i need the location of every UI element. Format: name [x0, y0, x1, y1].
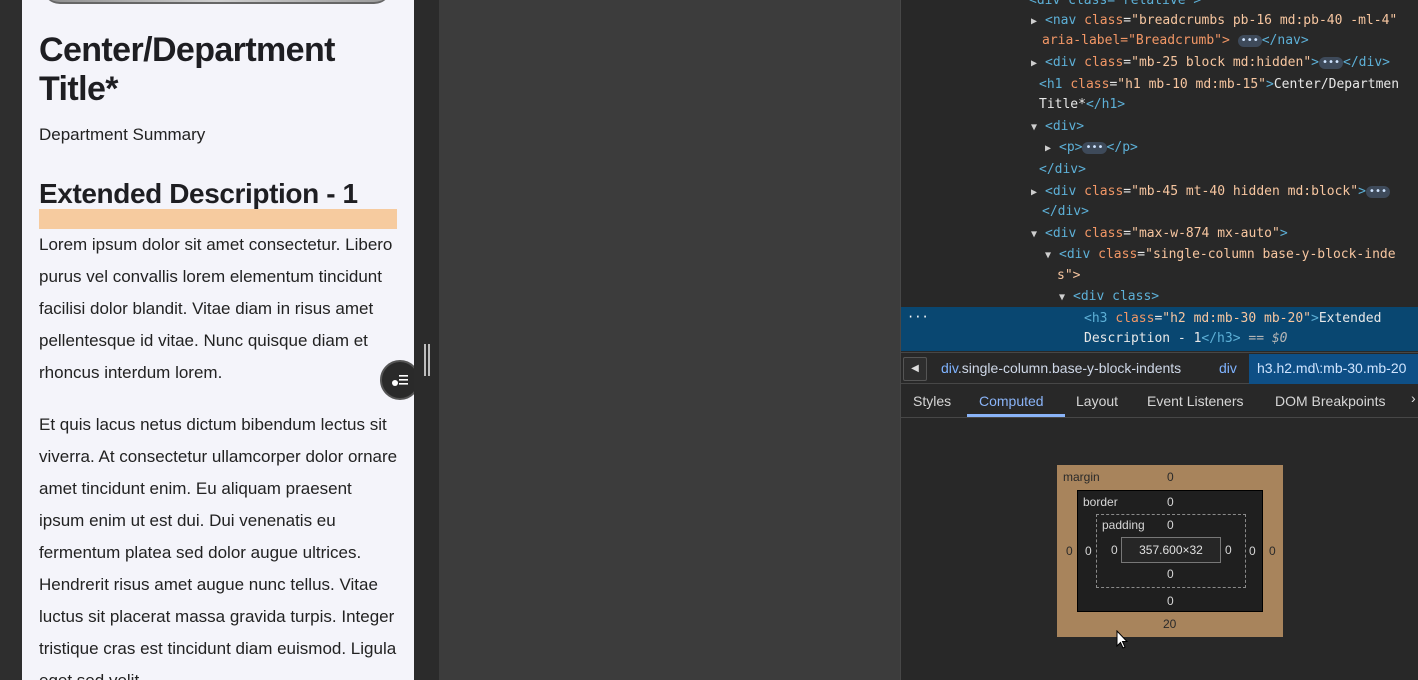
tree-line-div-close-2: </div> — [1042, 204, 1089, 219]
paragraph-2: Et quis lacus netus dictum bibendum lect… — [39, 415, 398, 680]
empty-viewport-area — [439, 0, 901, 680]
collapse-arrow-icon[interactable]: ▼ — [1045, 245, 1059, 266]
tab-computed[interactable]: Computed — [979, 393, 1044, 409]
tree-line-single-column-cont: s"> — [1057, 268, 1081, 283]
border-top-value[interactable]: 0 — [1167, 495, 1174, 509]
section-heading: Extended Description - 1 — [39, 178, 358, 209]
tree-line-single-column[interactable]: ▼ <div class="single-column base-y-block-… — [1045, 244, 1396, 265]
tree-line-div-close: </div> — [1039, 162, 1086, 177]
resize-drag-handle[interactable] — [424, 344, 430, 376]
expand-arrow-icon[interactable]: ▶ — [1031, 11, 1045, 32]
inspected-heading-highlight: Extended Description - 1 — [39, 177, 397, 229]
padding-top-value[interactable]: 0 — [1167, 518, 1174, 532]
collapsed-ellipsis-icon[interactable]: ••• — [1237, 34, 1262, 47]
margin-right-value[interactable]: 0 — [1269, 544, 1276, 558]
tree-line-div-class[interactable]: ▼ <div class> — [1059, 286, 1159, 307]
highlight-content-box: Extended Description - 1 — [39, 177, 397, 209]
margin-top-value[interactable]: 0 — [1167, 470, 1174, 484]
department-summary: Department Summary — [39, 125, 206, 144]
border-left-value[interactable]: 0 — [1085, 544, 1092, 558]
border-bottom-value[interactable]: 0 — [1167, 594, 1174, 608]
tree-line-h1[interactable]: <h1 class="h1 mb-10 md:mb-15">Center/Dep… — [1039, 74, 1399, 95]
collapse-arrow-icon[interactable]: ▼ — [1031, 224, 1045, 245]
tree-line-maxw[interactable]: ▼ <div class="max-w-874 mx-auto"> — [1031, 223, 1288, 244]
padding-label: padding — [1102, 518, 1145, 532]
box-model-border: border 0 0 0 0 padding 0 0 0 0 357.600×3… — [1077, 490, 1263, 612]
border-label: border — [1083, 495, 1118, 509]
tab-dom-breakpoints[interactable]: DOM Breakpoints — [1275, 393, 1385, 409]
tree-line-h3[interactable]: <h3 class="h2 md:mb-30 mb-20">Extended — [1084, 308, 1381, 329]
filter-list-icon — [392, 375, 408, 386]
breadcrumb-scroll-left-icon[interactable]: ◀ — [903, 357, 927, 381]
collapse-arrow-icon[interactable]: ▼ — [1031, 117, 1045, 138]
tab-styles[interactable]: Styles — [913, 393, 951, 409]
splitter-strip — [414, 0, 439, 680]
tree-line-mb45[interactable]: ▶ <div class="mb-45 mt-40 hidden md:block… — [1031, 181, 1390, 202]
box-model-padding: padding 0 0 0 0 357.600×32 — [1096, 514, 1246, 588]
expand-arrow-icon[interactable]: ▶ — [1031, 182, 1045, 203]
tree-line-h3-cont: Description - 1</h3> == $0 — [1084, 331, 1288, 346]
breadcrumb-item-single-column[interactable]: div.single-column.base-y-block-indents — [941, 360, 1181, 376]
collapse-arrow-icon[interactable]: ▼ — [1059, 287, 1073, 308]
margin-left-value[interactable]: 0 — [1066, 544, 1073, 558]
more-tabs-chevron-icon[interactable]: › — [1411, 390, 1416, 406]
expand-arrow-icon[interactable]: ▶ — [1031, 53, 1045, 74]
paragraph-1: Lorem ipsum dolor sit amet consectetur. … — [39, 235, 393, 382]
border-right-value[interactable]: 0 — [1249, 544, 1256, 558]
breadcrumb-item-div[interactable]: div — [1219, 360, 1237, 376]
highlight-margin-box — [39, 209, 397, 229]
tree-line-nav-cont: aria-label="Breadcrumb"> ••• </nav> — [1042, 33, 1309, 48]
styles-pane-tabs: Styles Computed Layout Event Listeners D… — [901, 384, 1418, 418]
content-size-value[interactable]: 357.600×32 — [1121, 537, 1221, 563]
tab-layout[interactable]: Layout — [1076, 393, 1118, 409]
breadcrumb-item-active[interactable]: h3.h2.md\:mb-30.mb-20 — [1249, 354, 1418, 384]
box-model-margin: margin 0 0 0 20 border 0 0 0 0 padding 0… — [1057, 465, 1283, 637]
devtools-panel: ··· <div class="relative"> ▶ <nav class="… — [900, 0, 1418, 680]
tree-line-p[interactable]: ▶ <p> ••• </p> — [1045, 137, 1138, 158]
tab-event-listeners[interactable]: Event Listeners — [1147, 393, 1244, 409]
node-actions-ellipsis[interactable]: ··· — [907, 310, 929, 324]
page-title: Center/Department Title* — [39, 31, 335, 108]
margin-label: margin — [1063, 470, 1100, 484]
mouse-pointer-icon — [1116, 630, 1129, 649]
page-preview: Center/Department Title* Department Summ… — [22, 0, 414, 680]
tree-line-h1-cont: Title*</h1> — [1039, 97, 1126, 112]
padding-left-value[interactable]: 0 — [1111, 543, 1118, 557]
hero-image — [42, 0, 392, 4]
active-tab-indicator — [967, 414, 1065, 417]
elements-tree: ··· <div class="relative"> ▶ <nav class="… — [901, 0, 1418, 352]
breadcrumb: ◀ div.single-column.base-y-block-indents… — [901, 352, 1418, 384]
padding-right-value[interactable]: 0 — [1225, 543, 1232, 557]
padding-bottom-value[interactable]: 0 — [1167, 567, 1174, 581]
left-gutter — [0, 0, 22, 680]
margin-bottom-value[interactable]: 20 — [1163, 617, 1176, 631]
tree-line-nav[interactable]: ▶ <nav class="breadcrumbs pb-16 md:pb-40 … — [1031, 10, 1397, 31]
expand-arrow-icon[interactable]: ▶ — [1045, 138, 1059, 159]
tree-line-mb25[interactable]: ▶ <div class="mb-25 block md:hidden"> ••• <… — [1031, 52, 1390, 73]
tree-line-div[interactable]: ▼ <div> — [1031, 116, 1084, 137]
